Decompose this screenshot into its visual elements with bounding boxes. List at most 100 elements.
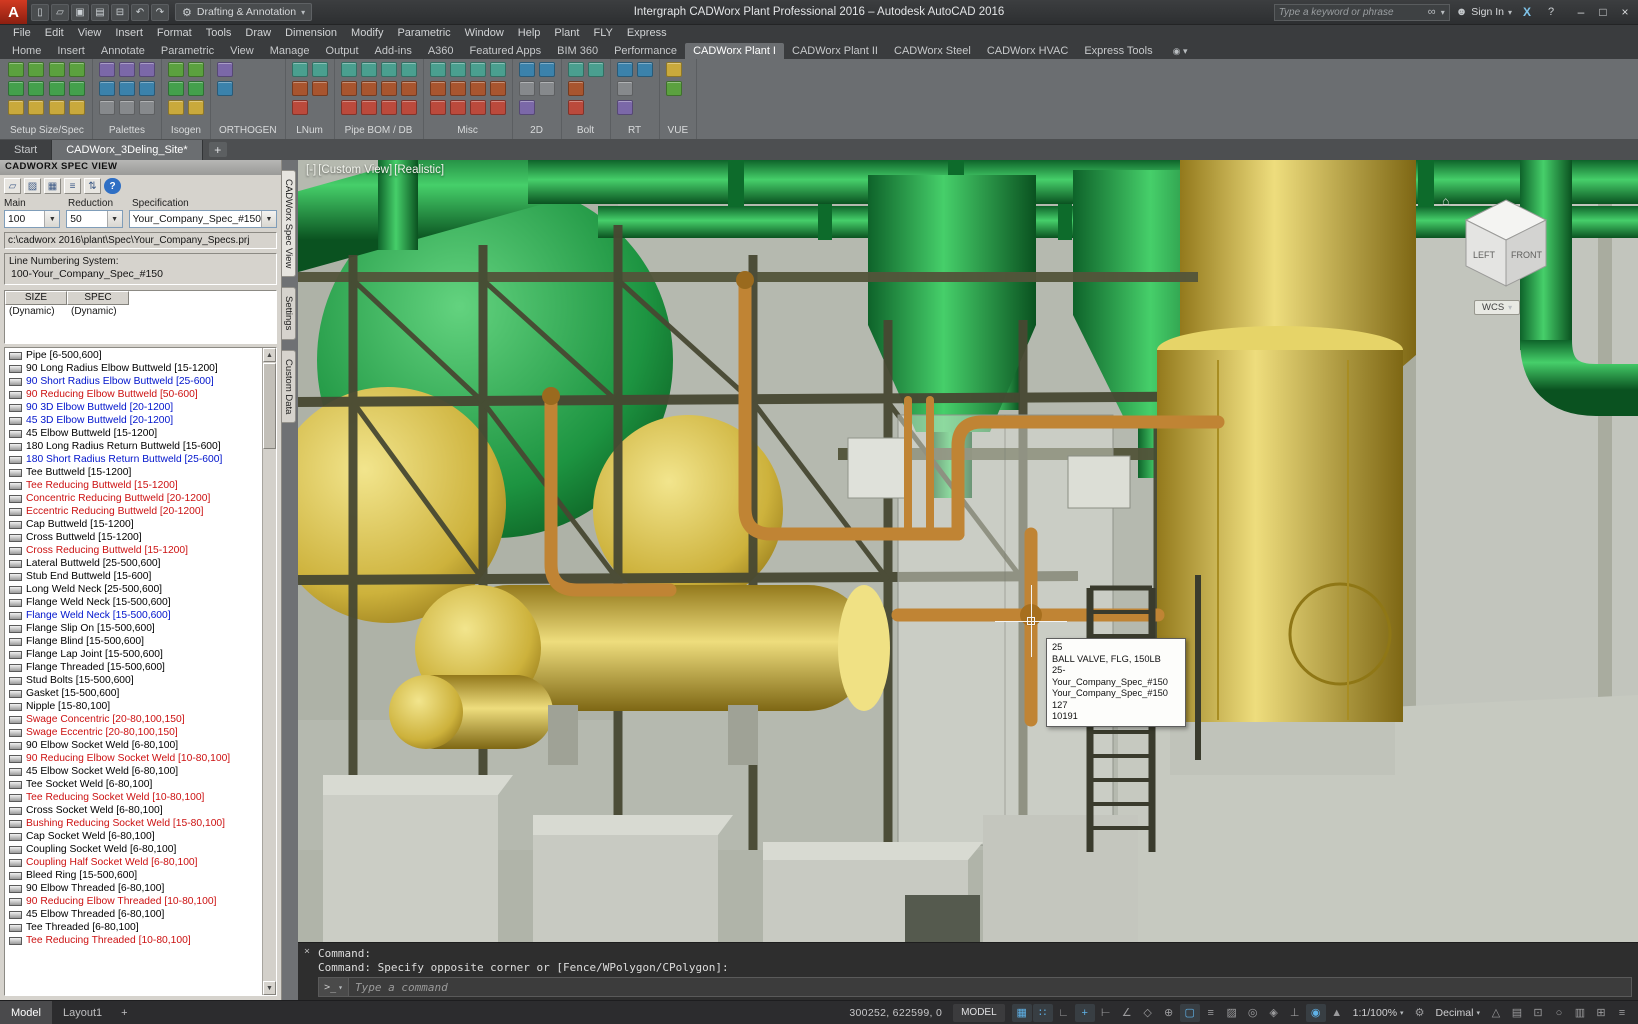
minimize-button[interactable]: – — [1570, 2, 1592, 22]
menu-insert[interactable]: Insert — [108, 25, 150, 41]
wcs-dropdown[interactable]: WCS ▾ — [1474, 300, 1520, 315]
ribbon-group-label[interactable]: ORTHOGEN — [217, 124, 279, 139]
ribbon-tab-cadworx-steel[interactable]: CADWorx Steel — [886, 43, 979, 59]
menu-modify[interactable]: Modify — [344, 25, 390, 41]
new-file-icon[interactable]: ▯ — [31, 4, 49, 21]
ribbon-tool-icon[interactable] — [49, 62, 65, 77]
ribbon-tab-bim-360[interactable]: BIM 360 — [549, 43, 606, 59]
ribbon-tool-icon[interactable] — [617, 62, 633, 77]
annotation-monitor-icon[interactable]: △ — [1486, 1004, 1506, 1022]
ribbon-tool-icon[interactable] — [312, 62, 328, 77]
ribbon-tool-icon[interactable] — [381, 62, 397, 77]
graphics-performance-icon[interactable]: ▥ — [1570, 1004, 1590, 1022]
ribbon-tool-icon[interactable] — [292, 100, 308, 115]
redo-icon[interactable]: ↷ — [151, 4, 169, 21]
ribbon-tool-icon[interactable] — [568, 62, 584, 77]
tree-item[interactable]: 90 Short Radius Elbow Buttweld [25-600] — [6, 375, 261, 388]
ribbon-tool-icon[interactable] — [519, 81, 535, 96]
ribbon-tool-icon[interactable] — [28, 62, 44, 77]
ribbon-tool-icon[interactable] — [292, 81, 308, 96]
ribbon-tool-icon[interactable] — [168, 81, 184, 96]
ribbon-tool-icon[interactable] — [361, 62, 377, 77]
ribbon-tool-icon[interactable] — [361, 81, 377, 96]
tree-item[interactable]: Bleed Ring [15-500,600] — [6, 869, 261, 882]
ribbon-tab-express-tools[interactable]: Express Tools — [1076, 43, 1160, 59]
ribbon-tool-icon[interactable] — [361, 100, 377, 115]
ribbon-group-label[interactable]: VUE — [666, 124, 691, 139]
ribbon-tool-icon[interactable] — [119, 62, 135, 77]
tree-item[interactable]: 90 Elbow Socket Weld [6-80,100] — [6, 739, 261, 752]
ribbon-group-label[interactable]: Bolt — [568, 124, 604, 139]
tree-item[interactable]: 45 Elbow Socket Weld [6-80,100] — [6, 765, 261, 778]
new-spec-icon[interactable]: ▱ — [4, 178, 21, 194]
ribbon-tool-icon[interactable] — [8, 81, 24, 96]
command-input[interactable] — [349, 981, 1631, 994]
ribbon-tool-icon[interactable] — [470, 100, 486, 115]
ribbon-tool-icon[interactable] — [381, 100, 397, 115]
tree-item[interactable]: Tee Buttweld [15-1200] — [6, 466, 261, 479]
chevron-down-icon[interactable]: ▼ — [261, 211, 276, 227]
ribbon-tool-icon[interactable] — [401, 100, 417, 115]
ribbon-tool-icon[interactable] — [188, 81, 204, 96]
tree-item[interactable]: 45 3D Elbow Buttweld [20-1200] — [6, 414, 261, 427]
tree-item[interactable]: 180 Short Radius Return Buttweld [25-600… — [6, 453, 261, 466]
ribbon-tab-a360[interactable]: A360 — [420, 43, 462, 59]
dynamic-input-icon[interactable]: + — [1075, 1004, 1095, 1022]
isolate-objects-icon[interactable]: ○ — [1549, 1004, 1569, 1022]
workspace-switching-icon[interactable]: ⚙ — [1410, 1004, 1430, 1022]
tree-item[interactable]: Nipple [15-80,100] — [6, 700, 261, 713]
tree-item[interactable]: Eccentric Reducing Buttweld [20-1200] — [6, 505, 261, 518]
chevron-down-icon[interactable]: ▼ — [44, 211, 59, 227]
ribbon-tool-icon[interactable] — [470, 62, 486, 77]
tree-item[interactable]: 45 Elbow Buttweld [15-1200] — [6, 427, 261, 440]
ribbon-tool-icon[interactable] — [341, 62, 357, 77]
table-view-icon[interactable]: ▦ — [44, 178, 61, 194]
ribbon-tool-icon[interactable] — [69, 62, 85, 77]
ribbon-group-label[interactable]: Setup Size/Spec — [8, 124, 86, 139]
chevron-down-icon[interactable]: ▾ — [1441, 8, 1449, 17]
tree-item[interactable]: 90 Elbow Threaded [6-80,100] — [6, 882, 261, 895]
ribbon-tool-icon[interactable] — [430, 81, 446, 96]
save-as-icon[interactable]: ▤ — [91, 4, 109, 21]
menu-view[interactable]: View — [71, 25, 109, 41]
menu-parametric[interactable]: Parametric — [390, 25, 457, 41]
autoscale-icon[interactable]: ▲ — [1327, 1004, 1347, 1022]
object-snap-icon[interactable]: ▢ — [1180, 1004, 1200, 1022]
chevron-down-icon[interactable]: ▼ — [107, 211, 122, 227]
polar-tracking-icon[interactable]: ∠ — [1117, 1004, 1137, 1022]
ribbon-group-label[interactable]: 2D — [519, 124, 555, 139]
transparency-icon[interactable]: ▨ — [1222, 1004, 1242, 1022]
tree-item[interactable]: Stub End Buttweld [15-600] — [6, 570, 261, 583]
ribbon-tool-icon[interactable] — [99, 100, 115, 115]
ribbon-tool-icon[interactable] — [490, 100, 506, 115]
lineweight-icon[interactable]: ≡ — [1201, 1004, 1221, 1022]
scroll-up-icon[interactable]: ▲ — [263, 348, 276, 362]
tree-item[interactable]: Tee Reducing Socket Weld [10-80,100] — [6, 791, 261, 804]
ribbon-tab-annotate[interactable]: Annotate — [93, 43, 153, 59]
ribbon-tool-icon[interactable] — [168, 62, 184, 77]
tree-item[interactable]: Tee Threaded [6-80,100] — [6, 921, 261, 934]
spec-column-header[interactable]: SPEC — [67, 291, 129, 305]
ribbon-tool-icon[interactable] — [490, 62, 506, 77]
scrollbar-thumb[interactable] — [263, 363, 276, 449]
clean-screen-icon[interactable]: ⊞ — [1591, 1004, 1611, 1022]
ribbon-tool-icon[interactable] — [49, 100, 65, 115]
units-button[interactable]: Decimal ▾ — [1431, 1007, 1485, 1019]
ribbon-group-label[interactable]: Isogen — [168, 124, 204, 139]
viewport-menu-control[interactable]: [-] — [306, 164, 316, 176]
ribbon-tool-icon[interactable] — [139, 81, 155, 96]
document-tab-start[interactable]: Start — [0, 140, 52, 160]
list-view-icon[interactable]: ≡ — [64, 178, 81, 194]
quick-properties-icon[interactable]: ▤ — [1507, 1004, 1527, 1022]
ribbon-tool-icon[interactable] — [450, 62, 466, 77]
ribbon-tool-icon[interactable] — [401, 62, 417, 77]
view-cube[interactable]: ⌂ LEFT FRONT — [1456, 194, 1556, 290]
ribbon-tab-cadworx-hvac[interactable]: CADWorx HVAC — [979, 43, 1077, 59]
ribbon-tool-icon[interactable] — [28, 100, 44, 115]
scroll-down-icon[interactable]: ▼ — [263, 981, 276, 995]
ribbon-tool-icon[interactable] — [188, 62, 204, 77]
reduction-size-dropdown[interactable]: 50 ▼ — [66, 210, 122, 228]
workspace-switcher[interactable]: ⚙ Drafting & Annotation ▾ — [175, 3, 312, 21]
ribbon-group-label[interactable]: Palettes — [99, 124, 155, 139]
tree-item[interactable]: Concentric Reducing Buttweld [20-1200] — [6, 492, 261, 505]
